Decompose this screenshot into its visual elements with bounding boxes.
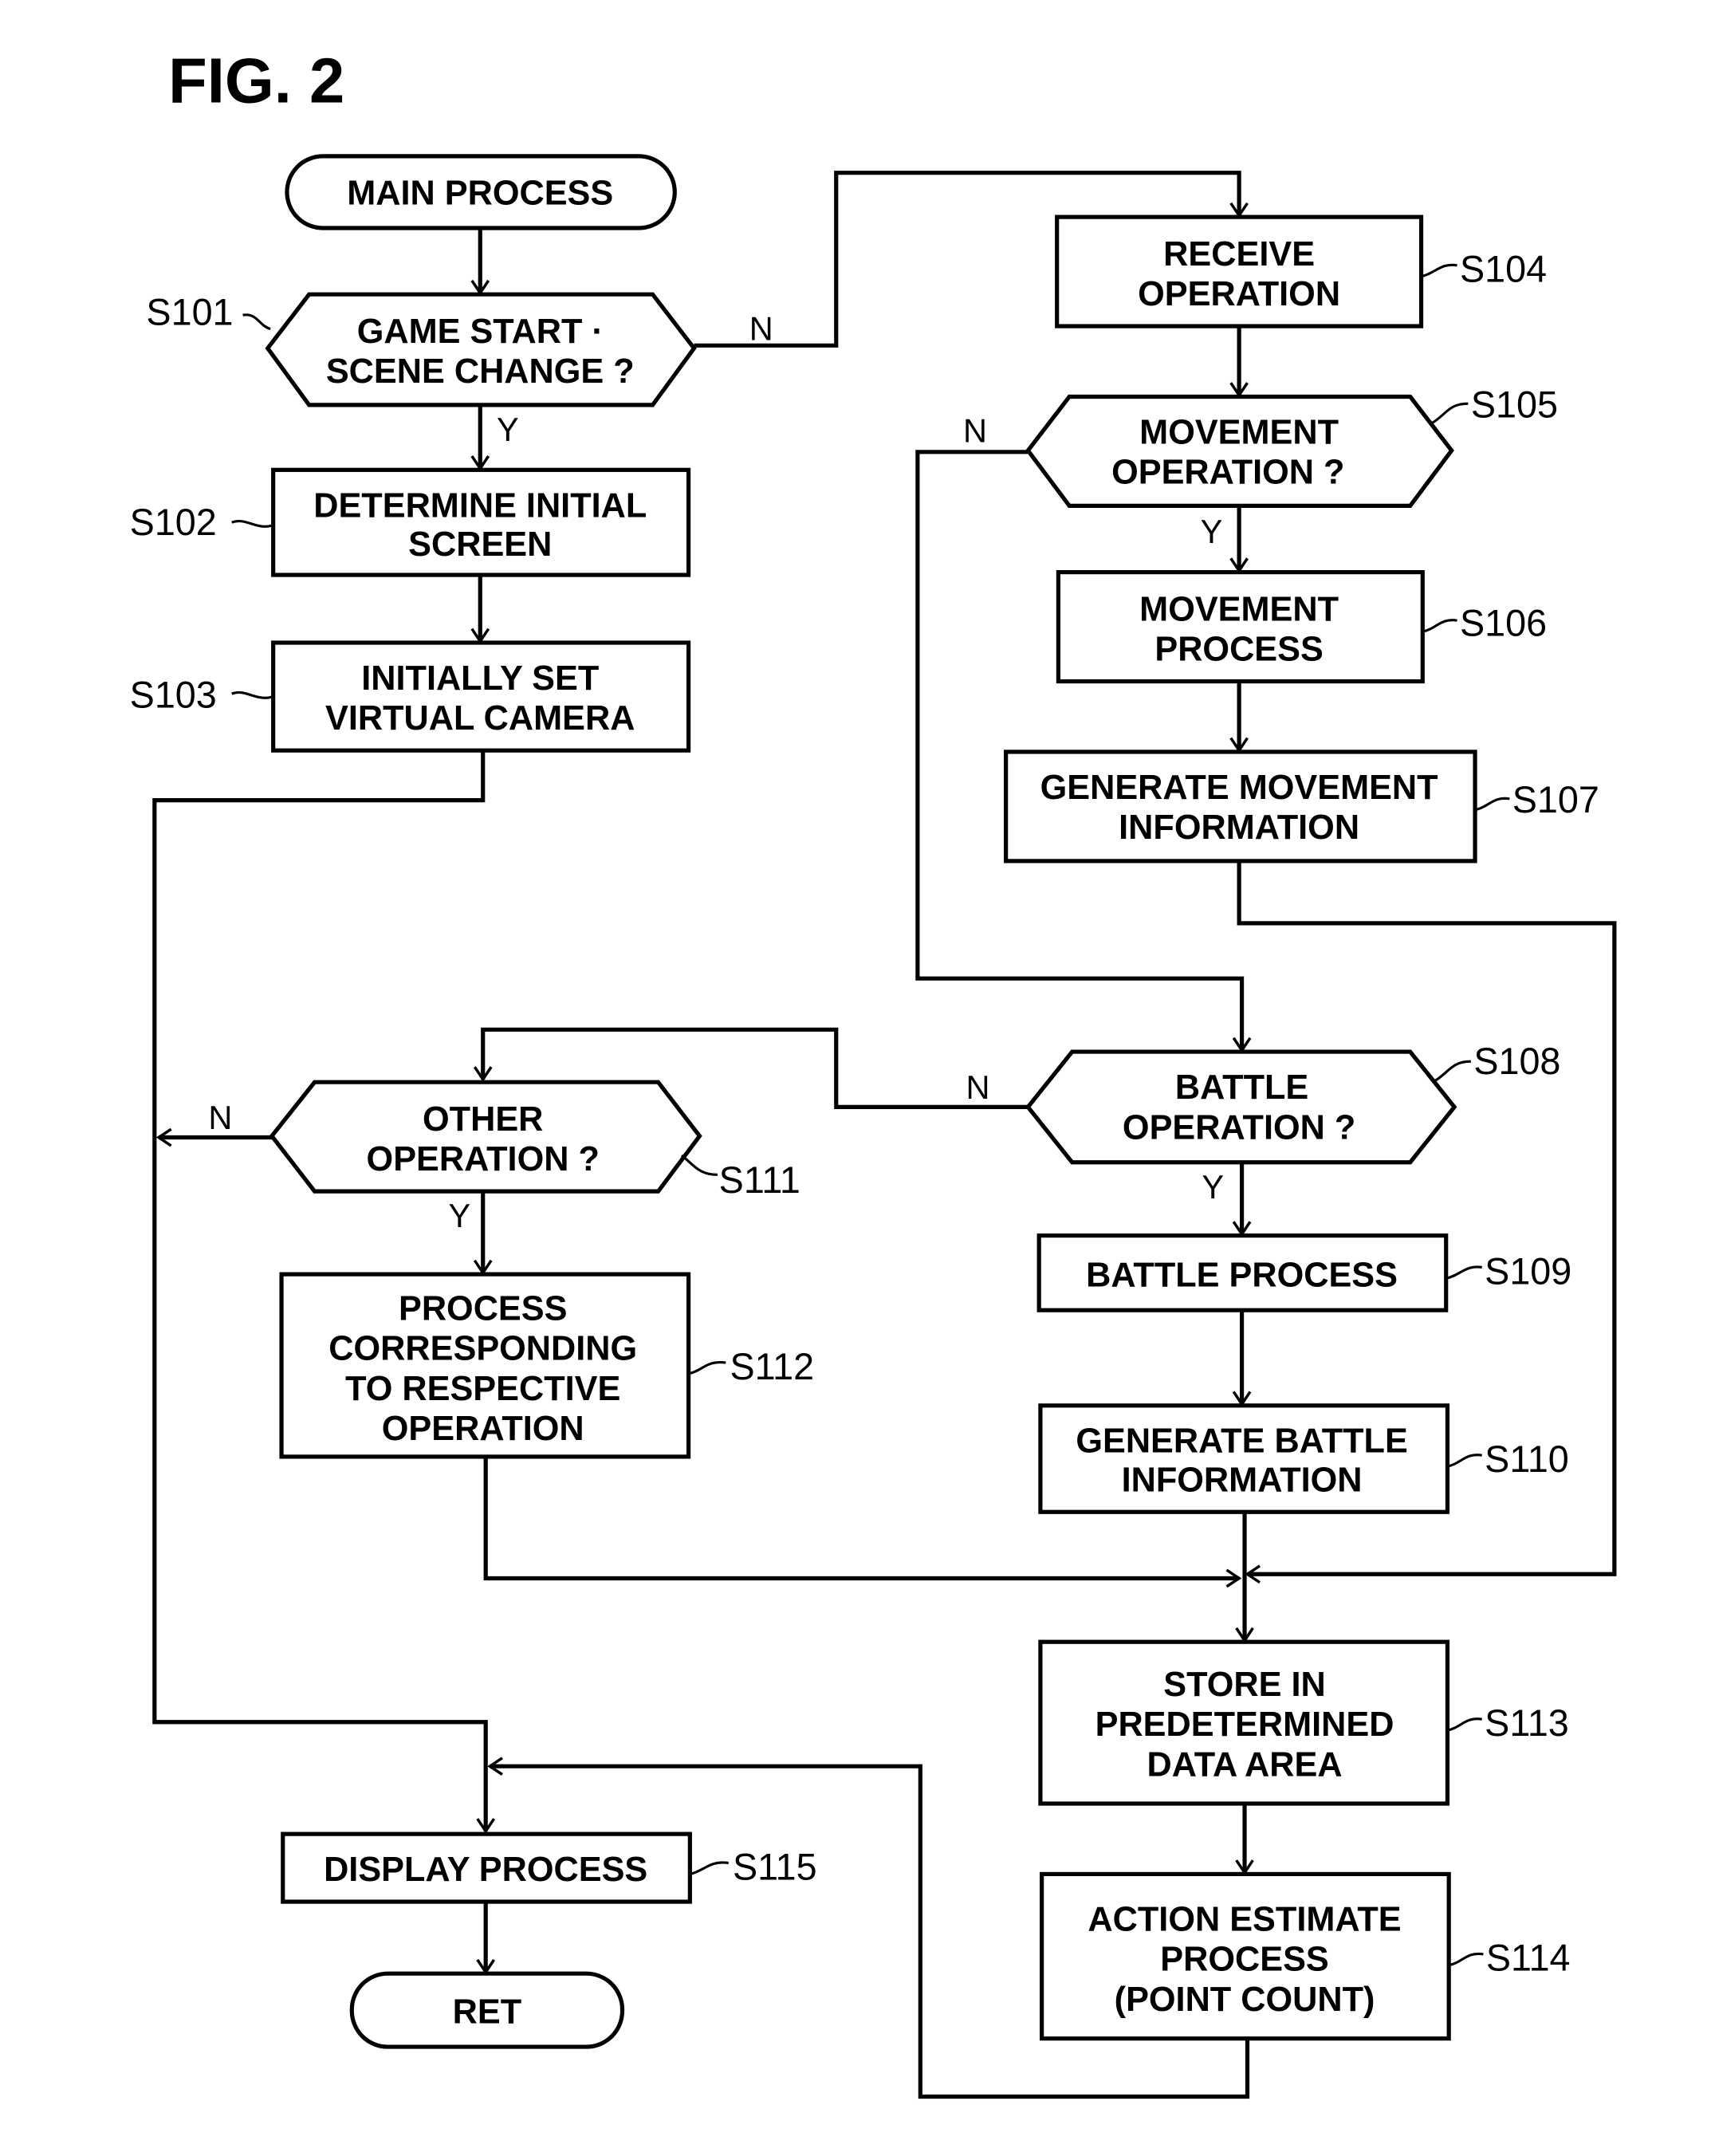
node-s112: PROCESS CORRESPONDING TO RESPECTIVE OPER… <box>279 1272 815 1459</box>
node-s105-text-2: OPERATION ? <box>1111 454 1344 492</box>
node-start-text: MAIN PROCESS <box>347 175 613 213</box>
node-s103: INITIALLY SET VIRTUAL CAMERA S103 <box>130 640 691 753</box>
node-start: MAIN PROCESS <box>285 154 677 230</box>
s102-leader <box>231 520 274 528</box>
node-s102-text-2: SCREEN <box>408 525 552 564</box>
node-s110-id: S110 <box>1485 1438 1569 1480</box>
node-s107-text-1: GENERATE MOVEMENT <box>1040 769 1438 807</box>
node-s105-id: S105 <box>1471 384 1558 425</box>
node-s110-text-2: INFORMATION <box>1122 1461 1363 1499</box>
node-s102-text-1: DETERMINE INITIAL <box>313 486 647 525</box>
node-s103-text-1: INITIALLY SET <box>361 659 599 698</box>
s108-yes-label: Y <box>1202 1168 1224 1206</box>
s101-leader <box>242 313 271 331</box>
s109-leader <box>1446 1265 1482 1280</box>
node-end: RET <box>349 1971 625 2049</box>
node-s101: GAME START · SCENE CHANGE ? S101 <box>146 291 697 407</box>
s112-leader <box>688 1360 726 1375</box>
s105-leader <box>1431 402 1469 424</box>
node-s115-id: S115 <box>733 1846 817 1887</box>
node-s111-text-2: OPERATION ? <box>367 1140 600 1178</box>
node-s106: MOVEMENT PROCESS S106 <box>1056 570 1547 684</box>
node-s111-id: S111 <box>719 1159 800 1201</box>
s108-no-label: N <box>966 1068 989 1106</box>
node-s108-text-2: OPERATION ? <box>1123 1108 1355 1147</box>
node-s108: BATTLE OPERATION ? S108 <box>1025 1041 1560 1165</box>
node-s114-id: S114 <box>1486 1938 1571 1979</box>
node-s111-text-1: OTHER <box>423 1100 543 1139</box>
node-s103-id: S103 <box>130 674 217 715</box>
node-s114-text-3: (POINT COUNT) <box>1115 1981 1375 2019</box>
node-s113-id: S113 <box>1485 1702 1569 1744</box>
node-s103-text-2: VIRTUAL CAMERA <box>325 699 635 738</box>
node-s105-text-1: MOVEMENT <box>1139 413 1339 451</box>
node-s104-text-2: OPERATION <box>1138 275 1340 313</box>
node-end-text: RET <box>453 1993 521 2032</box>
node-s106-text-2: PROCESS <box>1154 631 1323 669</box>
node-s113-text-1: STORE IN <box>1163 1666 1325 1704</box>
s115-leader <box>689 1861 729 1875</box>
node-s107-id: S107 <box>1512 779 1599 820</box>
node-s113-text-2: PREDETERMINED <box>1095 1706 1394 1744</box>
node-s113: STORE IN PREDETERMINED DATA AREA S113 <box>1038 1639 1569 1806</box>
node-s109: BATTLE PROCESS S109 <box>1036 1233 1571 1312</box>
node-s108-id: S108 <box>1473 1041 1560 1082</box>
node-s101-text-1: GAME START · <box>357 313 604 351</box>
s111-leader <box>680 1154 718 1176</box>
node-s104-text-1: RECEIVE <box>1163 235 1315 273</box>
s104-leader <box>1421 263 1457 278</box>
node-s113-text-3: DATA AREA <box>1147 1745 1343 1784</box>
node-s110: GENERATE BATTLE INFORMATION S110 <box>1038 1403 1569 1514</box>
s113-leader <box>1447 1717 1482 1732</box>
s114-leader <box>1448 1952 1484 1967</box>
s105-no-label: N <box>963 412 987 450</box>
figure-title: FIG. 2 <box>168 45 344 116</box>
node-s110-text-1: GENERATE BATTLE <box>1076 1422 1407 1461</box>
node-s112-text-4: OPERATION <box>382 1410 584 1448</box>
node-s102-id: S102 <box>130 502 217 543</box>
node-s107-text-2: INFORMATION <box>1119 808 1359 847</box>
s111-no-label: N <box>208 1099 232 1136</box>
node-s115-text-1: DISPLAY PROCESS <box>324 1851 647 1889</box>
node-s106-text-1: MOVEMENT <box>1139 590 1339 628</box>
node-s108-text-1: BATTLE <box>1175 1068 1308 1107</box>
s108-leader <box>1434 1060 1471 1082</box>
s107-leader <box>1474 797 1510 812</box>
node-s106-id: S106 <box>1460 602 1547 643</box>
s111-yes-label: Y <box>448 1197 470 1234</box>
node-s112-text-3: TO RESPECTIVE <box>345 1370 620 1408</box>
node-s115: DISPLAY PROCESS S115 <box>281 1831 817 1904</box>
node-s105: MOVEMENT OPERATION ? S105 <box>1025 384 1558 508</box>
node-s102: DETERMINE INITIAL SCREEN S102 <box>130 467 691 577</box>
node-s104-id: S104 <box>1460 249 1547 290</box>
s101-yes-label: Y <box>497 411 519 448</box>
node-s112-text-2: CORRESPONDING <box>328 1330 637 1368</box>
node-s109-text-1: BATTLE PROCESS <box>1086 1257 1398 1295</box>
node-s101-id: S101 <box>146 291 233 332</box>
s103-leader <box>231 691 274 699</box>
s110-leader <box>1447 1454 1482 1468</box>
node-s111: OTHER OPERATION ? S111 <box>269 1080 800 1201</box>
node-s112-id: S112 <box>730 1346 815 1387</box>
s101-no-label: N <box>749 309 773 347</box>
node-s101-text-2: SCENE CHANGE ? <box>326 352 635 391</box>
s105-yes-label: Y <box>1201 513 1223 550</box>
s106-leader <box>1422 619 1457 633</box>
node-s114-text-2: PROCESS <box>1160 1941 1328 1979</box>
node-s114-text-1: ACTION ESTIMATE <box>1088 1900 1401 1938</box>
node-s114: ACTION ESTIMATE PROCESS (POINT COUNT) S1… <box>1040 1871 1571 2041</box>
node-s104: RECEIVE OPERATION S104 <box>1055 214 1547 329</box>
node-s112-text-1: PROCESS <box>399 1289 567 1328</box>
node-s109-id: S109 <box>1485 1250 1571 1292</box>
flowchart: FIG. 2 N Y N Y N Y N Y MAIN PROCESS GAME… <box>130 45 1617 2099</box>
node-s107: GENERATE MOVEMENT INFORMATION S107 <box>1004 749 1599 864</box>
